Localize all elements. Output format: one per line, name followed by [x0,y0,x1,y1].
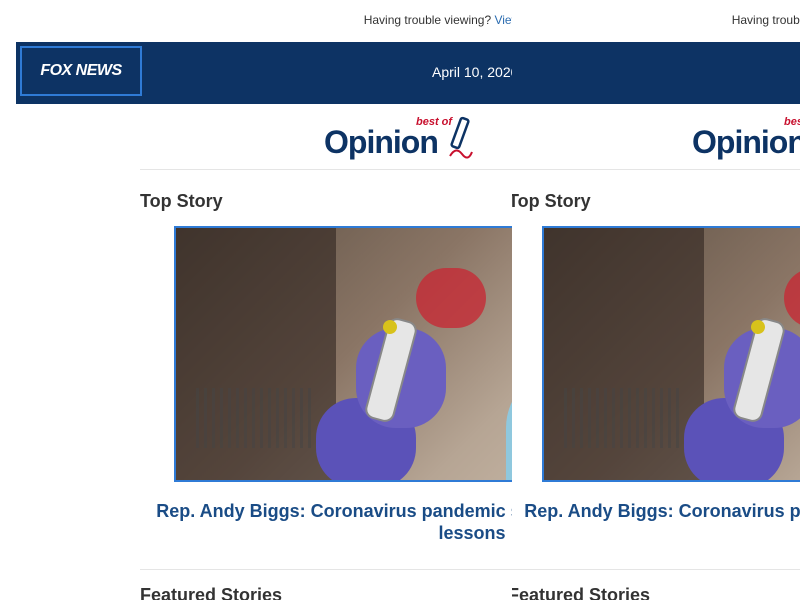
email-body: Having trouble viewing? View in Browser … [0,0,512,600]
top-story-heading: Top Story [512,191,591,211]
best-of-opinion-logo: Opinion best of [692,116,800,164]
image-mask [416,268,486,328]
opinion-word: Opinion [692,124,800,160]
top-story-image[interactable] [174,226,512,482]
preheader-text: Having trouble viewing? [731,13,800,27]
top-story-headline[interactable]: Rep. Andy Biggs: Coronavirus pandemic sh… [148,500,512,544]
header-bar: FOX NEWS April 10, 2020 [512,42,800,104]
divider-top [140,169,512,170]
featured-stories-heading: Featured Stories [512,585,651,600]
right-pane: Having trouble viewing? View in Browser … [512,0,800,600]
divider-top [512,169,800,170]
email-body-duplicate: Having trouble viewing? View in Browser … [512,0,800,600]
best-of-label: best of [784,116,800,128]
divider-bottom [512,569,800,570]
top-story-headline[interactable]: Rep. Andy Biggs: Coronavirus pandemic sh… [516,500,800,544]
top-story-heading: Top Story [140,191,223,211]
header-bar: FOX NEWS April 10, 2020 [16,42,512,104]
top-story-image[interactable] [542,226,800,482]
preheader: Having trouble viewing? View in Browser [512,13,800,27]
image-mask [784,268,800,328]
featured-stories-heading: Featured Stories [140,585,283,600]
fox-news-logo[interactable]: FOX NEWS [20,46,142,96]
logo-text: FOX NEWS [40,62,122,79]
best-of-label: best of [416,116,453,128]
image-grid [564,388,684,448]
left-pane: Having trouble viewing? View in Browser … [0,0,512,600]
view-in-browser-link[interactable]: View in Browser [494,13,512,27]
divider-bottom [140,569,512,570]
best-of-opinion-logo: Opinion best of [324,116,484,164]
pen-icon [449,116,473,159]
preheader-text: Having trouble viewing? [363,13,492,27]
issue-date: April 10, 2020 [432,64,512,80]
image-grid [196,388,316,448]
opinion-word: Opinion [324,124,439,160]
preheader: Having trouble viewing? View in Browser [0,13,512,27]
